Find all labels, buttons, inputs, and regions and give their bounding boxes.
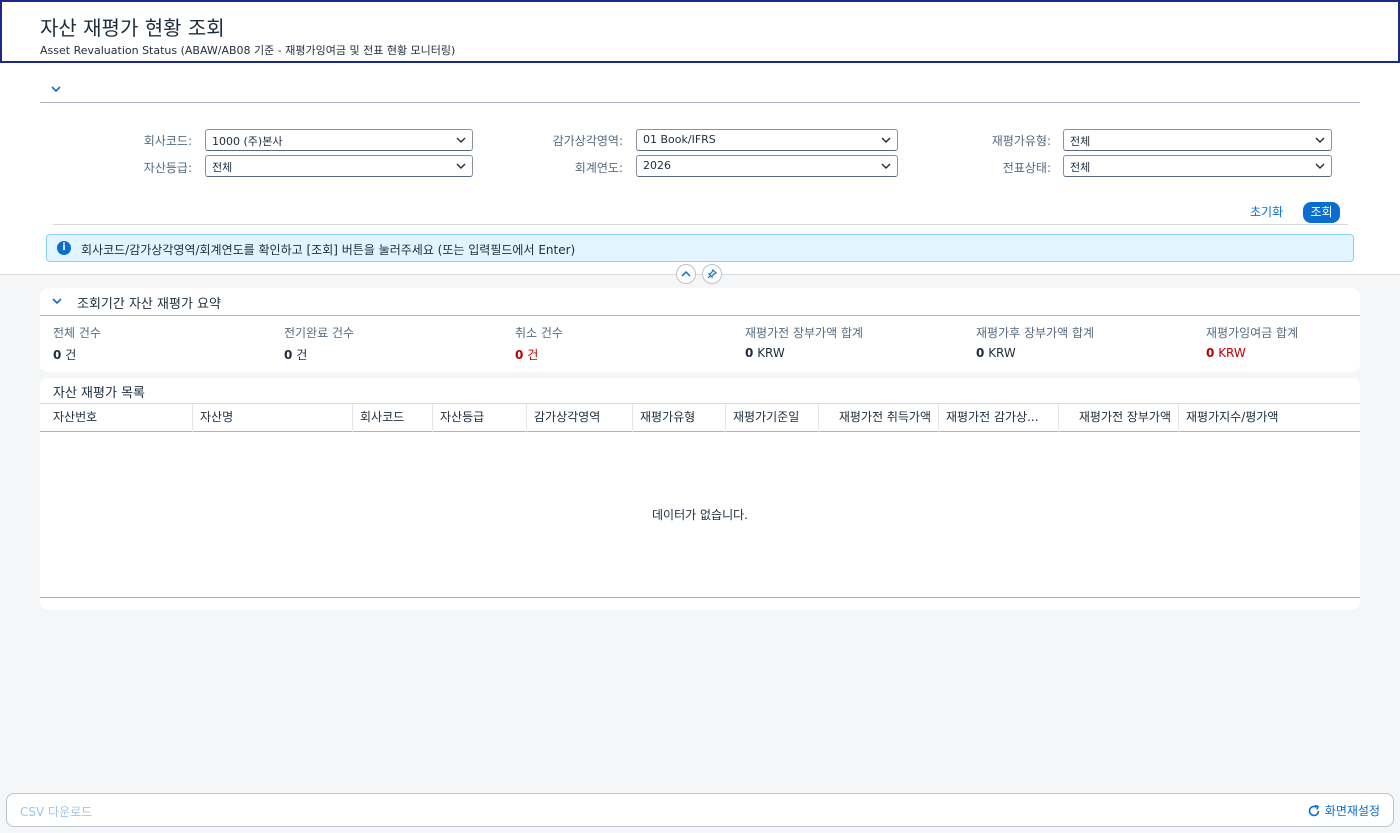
column-header[interactable]: 감가상각영역 [527, 404, 633, 432]
chevron-down-icon [1315, 161, 1325, 171]
kpi-value: 0 건 [53, 348, 77, 362]
pin-icon [707, 269, 717, 279]
fiscal-year-value: 2026 [643, 159, 671, 172]
info-icon: i [57, 241, 71, 255]
page-header: 자산 재평가 현황 조회 Asset Revaluation Status (A… [0, 0, 1400, 63]
column-header[interactable]: 자산등급 [433, 404, 527, 432]
fiscal-year-label: 회계연도: [574, 161, 623, 175]
company-code-select[interactable]: 1000 (주)본사 [205, 129, 473, 151]
revaluation-type-select[interactable]: 전체 [1063, 129, 1332, 151]
refresh-screen-button[interactable]: 화면재설정 [1307, 802, 1380, 819]
revaluation-type-label: 재평가유형: [991, 134, 1051, 148]
company-code-value: 1000 (주)본사 [212, 135, 283, 148]
asset-class-select[interactable]: 전체 [205, 155, 473, 177]
page-subtitle: Asset Revaluation Status (ABAW/AB08 기준 -… [40, 44, 456, 57]
kpi-label: 재평가전 장부가액 합계 [745, 326, 864, 340]
chevron-down-icon [881, 161, 891, 171]
kpi-book-value-before: 재평가전 장부가액 합계 0 KRW [745, 324, 965, 360]
summary-panel-header[interactable]: 조회기간 자산 재평가 요약 [40, 288, 1360, 316]
kpi-label: 재평가잉여금 합계 [1206, 326, 1299, 340]
column-header[interactable]: 재평가전 장부가액 [1059, 404, 1179, 432]
column-header[interactable]: 재평가전 취득가액 [819, 404, 939, 432]
table-title: 자산 재평가 목록 [53, 386, 145, 401]
reset-button[interactable]: 초기화 [1250, 203, 1283, 220]
chevron-down-icon[interactable] [50, 83, 64, 97]
column-header[interactable]: 회사코드 [353, 404, 433, 432]
toolbar-divider [53, 224, 1348, 225]
asset-class-value: 전체 [212, 161, 233, 174]
column-header[interactable]: 재평가전 감가상... [939, 404, 1059, 432]
chevron-down-icon [456, 135, 466, 145]
kpi-value: 0 KRW [1206, 346, 1246, 360]
kpi-cancel-count: 취소 건수 0 건 [515, 324, 735, 363]
kpi-value: 0 건 [515, 348, 539, 362]
revaluation-type-value: 전체 [1070, 135, 1091, 148]
doc-status-select[interactable]: 전체 [1063, 155, 1332, 177]
footer-toolbar: CSV 다운로드 화면재설정 [6, 793, 1394, 827]
filter-bar: 회사코드: 1000 (주)본사 감가상각영역: 01 Book/IFRS 재평… [0, 63, 1400, 275]
chevron-up-icon [681, 270, 691, 277]
info-message-strip: i 회사코드/감가상각영역/회계연도를 확인하고 [조회] 버튼을 눌러주세요 … [46, 234, 1354, 262]
search-button[interactable]: 조회 [1303, 202, 1340, 223]
kpi-label: 전체 건수 [53, 326, 101, 340]
chevron-down-icon [456, 161, 466, 171]
chevron-down-icon [1315, 135, 1325, 145]
column-header[interactable]: 재평가지수/평가액 [1179, 404, 1360, 432]
asset-class-label: 자산등급: [143, 161, 192, 175]
kpi-posted-count: 전기완료 건수 0 건 [284, 324, 504, 363]
column-header[interactable]: 재평가유형 [633, 404, 726, 432]
column-header[interactable]: 자산번호 [46, 404, 193, 432]
chevron-down-icon [881, 135, 891, 145]
kpi-value: 0 KRW [745, 346, 785, 360]
column-header[interactable]: 자산명 [193, 404, 353, 432]
info-message-text: 회사코드/감가상각영역/회계연도를 확인하고 [조회] 버튼을 눌러주세요 (또… [81, 243, 576, 257]
kpi-revaluation-surplus: 재평가잉여금 합계 0 KRW [1206, 324, 1400, 360]
table-bottom-border [40, 597, 1360, 598]
collapse-header-button[interactable] [676, 264, 696, 284]
kpi-value: 0 건 [284, 348, 308, 362]
chevron-down-icon[interactable] [51, 295, 63, 310]
kpi-label: 전기완료 건수 [284, 326, 355, 340]
kpi-total-count: 전체 건수 0 건 [53, 324, 273, 363]
fiscal-year-select[interactable]: 2026 [636, 155, 898, 177]
summary-panel-title: 조회기간 자산 재평가 요약 [77, 297, 221, 312]
company-code-label: 회사코드: [143, 134, 192, 148]
kpi-value: 0 KRW [976, 346, 1016, 360]
pin-header-button[interactable] [702, 264, 722, 284]
column-header[interactable]: 재평가기준일 [726, 404, 819, 432]
filter-divider [40, 102, 1360, 103]
page-title: 자산 재평가 현황 조회 [40, 16, 225, 40]
csv-download-button[interactable]: CSV 다운로드 [20, 803, 92, 820]
doc-status-label: 전표상태: [1002, 161, 1051, 175]
depreciation-area-select[interactable]: 01 Book/IFRS [636, 129, 898, 151]
kpi-book-value-after: 재평가후 장부가액 합계 0 KRW [976, 324, 1196, 360]
depreciation-area-label: 감가상각영역: [552, 134, 623, 148]
asset-table-panel: 자산 재평가 목록 자산번호 자산명 회사코드 자산등급 감가상각영역 재평가유… [40, 378, 1360, 610]
table-header-row: 자산번호 자산명 회사코드 자산등급 감가상각영역 재평가유형 재평가기준일 재… [40, 403, 1360, 432]
no-data-text: 데이터가 없습니다. [652, 508, 748, 522]
refresh-icon [1308, 804, 1320, 817]
kpi-label: 취소 건수 [515, 326, 563, 340]
summary-panel: 조회기간 자산 재평가 요약 전체 건수 0 건 전기완료 건수 0 건 취소 … [40, 288, 1360, 372]
refresh-label: 화면재설정 [1324, 804, 1380, 818]
depreciation-area-value: 01 Book/IFRS [643, 133, 716, 146]
doc-status-value: 전체 [1070, 161, 1091, 174]
kpi-label: 재평가후 장부가액 합계 [976, 326, 1095, 340]
